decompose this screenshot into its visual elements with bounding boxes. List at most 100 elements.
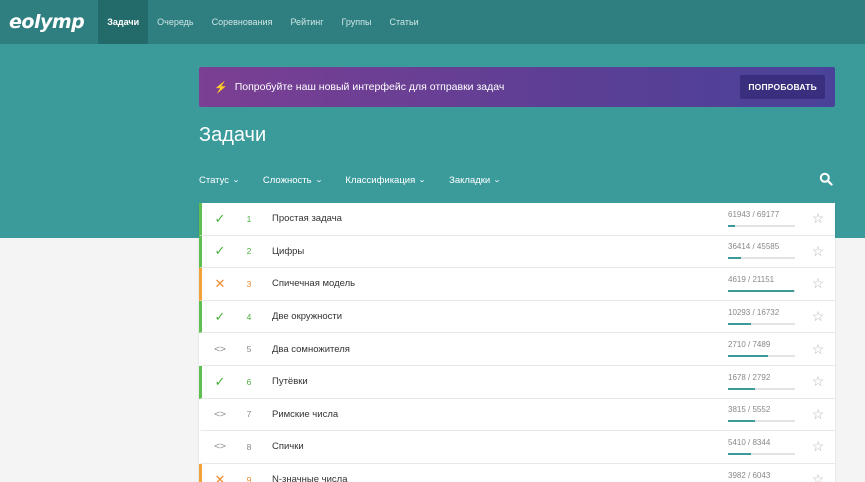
nav-item-articles[interactable]: Статьи	[381, 0, 428, 44]
logo[interactable]: eolymp	[0, 0, 98, 44]
problem-name[interactable]: Спичечная модель	[263, 278, 727, 289]
filter-difficulty[interactable]: Сложность ⌄	[263, 175, 323, 186]
chevron-down-icon: ⌄	[231, 177, 241, 184]
problem-number: 6	[246, 376, 252, 387]
problem-stats: 5410 / 8344	[727, 436, 797, 458]
chevron-down-icon: ⌄	[314, 177, 323, 184]
star-icon[interactable]: ☆	[807, 406, 829, 423]
progress-track	[728, 387, 795, 390]
star-icon[interactable]: ☆	[807, 308, 829, 325]
progress-track	[728, 420, 795, 423]
progress-fill	[728, 355, 769, 358]
code-icon: <>	[213, 408, 227, 420]
problem-number: 5	[246, 344, 252, 355]
star-icon[interactable]: ☆	[807, 243, 829, 260]
problem-number: 8	[246, 441, 252, 452]
problem-number: 1	[246, 213, 252, 224]
chevron-down-icon: ⌄	[493, 177, 502, 184]
nav-item-queue[interactable]: Очередь	[148, 0, 202, 44]
problem-number: 7	[246, 409, 252, 420]
check-icon: ✓	[214, 243, 226, 259]
progress-fill	[728, 452, 752, 455]
problem-name[interactable]: Путёвки	[263, 376, 727, 387]
stats-text: 3982 / 6043	[728, 470, 771, 480]
filter-status-label: Статус	[199, 174, 230, 186]
problem-stats: 36414 / 45585	[727, 240, 797, 262]
code-icon: <>	[213, 343, 227, 355]
stats-text: 4619 / 21151	[728, 274, 775, 284]
filter-bookmarks[interactable]: Закладки ⌄	[449, 174, 502, 186]
problem-stats: 2710 / 7489	[727, 338, 797, 360]
promo-banner: ⚡ Попробуйте наш новый интерфейс для отп…	[199, 67, 835, 107]
problem-row[interactable]: <> 5 Два сомножителя 2710 / 7489 ☆	[199, 333, 835, 366]
problem-number: 3	[246, 278, 252, 289]
problem-row[interactable]: <> 7 Римские числа 3815 / 5552 ☆	[199, 399, 835, 432]
filter-bookmarks-label: Закладки	[449, 174, 491, 186]
progress-fill	[728, 420, 755, 423]
problem-name[interactable]: Две окружности	[263, 311, 727, 322]
problem-name[interactable]: Два сомножителя	[263, 344, 727, 355]
problem-stats: 1678 / 2792	[727, 371, 797, 393]
star-icon[interactable]: ☆	[807, 471, 829, 482]
stats-text: 10293 / 16732	[728, 307, 780, 317]
problem-row[interactable]: <> 8 Спички 5410 / 8344 ☆	[199, 431, 835, 464]
problem-row[interactable]: ✓ 6 Путёвки 1678 / 2792 ☆	[199, 365, 835, 399]
problem-row[interactable]: ✕ 9 N-значные числа 3982 / 6043 ☆	[199, 463, 835, 482]
filter-bar: Статус ⌄ Сложность ⌄ Классификация ⌄ Зак…	[199, 172, 835, 188]
problem-list: ✓ 1 Простая задача 61943 / 69177 ☆ ✓ 2 Цифры 364…	[199, 203, 835, 482]
problem-stats: 61943 / 69177	[727, 208, 797, 230]
filter-status[interactable]: Статус ⌄	[199, 174, 241, 186]
stats-text: 5410 / 8344	[728, 437, 771, 447]
progress-fill	[728, 224, 735, 227]
filter-classification[interactable]: Классификация ⌄	[345, 174, 427, 186]
problem-stats: 4619 / 21151	[727, 273, 797, 295]
progress-track	[728, 289, 795, 292]
cross-icon: ✕	[214, 471, 226, 482]
progress-track	[728, 224, 795, 227]
filter-classification-label: Классификация	[345, 174, 416, 186]
problem-row[interactable]: ✓ 4 Две окружности 10293 / 16732 ☆	[199, 300, 835, 334]
problem-number: 4	[246, 311, 252, 322]
page-title: Задачи	[199, 124, 267, 146]
problem-name[interactable]: Римские числа	[263, 409, 727, 420]
stats-text: 36414 / 45585	[728, 242, 780, 252]
nav-item-competitions[interactable]: Соревнования	[203, 0, 282, 44]
stats-text: 61943 / 69177	[728, 209, 780, 219]
problem-stats: 3815 / 5552	[727, 403, 797, 425]
chevron-down-icon: ⌄	[418, 177, 427, 184]
star-icon[interactable]: ☆	[807, 438, 829, 455]
problem-name[interactable]: Простая задача	[263, 213, 727, 224]
star-icon[interactable]: ☆	[807, 341, 829, 358]
nav-item-problems[interactable]: Задачи	[98, 0, 149, 44]
nav-item-groups[interactable]: Группы	[333, 0, 381, 44]
progress-fill	[728, 387, 755, 390]
nav-item-rating[interactable]: Рейтинг	[281, 0, 332, 44]
code-icon: <>	[213, 441, 227, 453]
cross-icon: ✕	[214, 275, 226, 291]
check-icon: ✓	[214, 308, 226, 324]
check-icon: ✓	[214, 210, 226, 226]
stats-text: 3815 / 5552	[728, 405, 771, 415]
problem-number: 9	[246, 474, 252, 482]
progress-fill	[728, 257, 742, 260]
problem-name[interactable]: N-значные числа	[263, 474, 727, 482]
problem-number: 2	[246, 246, 252, 257]
problem-stats: 10293 / 16732	[727, 306, 797, 328]
problem-name[interactable]: Спички	[263, 441, 727, 452]
problem-row[interactable]: ✓ 1 Простая задача 61943 / 69177 ☆	[199, 203, 835, 236]
stats-text: 2710 / 7489	[728, 340, 771, 350]
star-icon[interactable]: ☆	[807, 275, 829, 292]
banner-text: Попробуйте наш новый интерфейс для отпра…	[234, 81, 505, 93]
try-button[interactable]: ПОПРОБОВАТЬ	[740, 75, 825, 99]
bolt-icon: ⚡	[214, 81, 228, 94]
stats-text: 1678 / 2792	[728, 372, 771, 382]
search-icon[interactable]	[819, 172, 833, 186]
star-icon[interactable]: ☆	[807, 210, 829, 227]
star-icon[interactable]: ☆	[807, 373, 829, 390]
progress-fill	[728, 322, 752, 325]
problem-name[interactable]: Цифры	[263, 246, 727, 257]
problem-row[interactable]: ✓ 2 Цифры 36414 / 45585 ☆	[199, 235, 835, 269]
progress-track	[728, 257, 795, 260]
problem-row[interactable]: ✕ 3 Спичечная модель 4619 / 21151 ☆	[199, 268, 835, 301]
progress-track	[728, 355, 795, 358]
